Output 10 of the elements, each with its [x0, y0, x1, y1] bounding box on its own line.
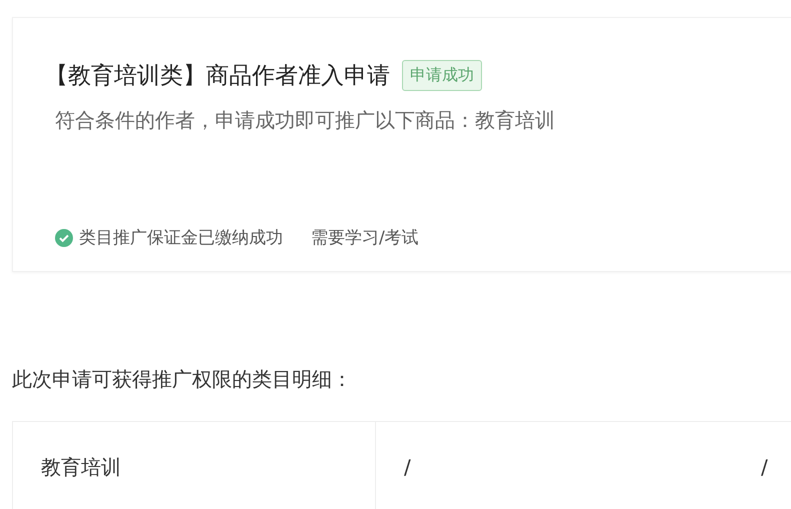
requirement-text: 需要学习/考试: [311, 227, 419, 249]
status-badge: 申请成功: [402, 60, 482, 91]
card-description: 符合条件的作者，申请成功即可推广以下商品：教育培训: [55, 107, 556, 134]
table-cell-text: /: [761, 454, 769, 481]
table-cell-text: /: [403, 454, 412, 481]
section-title: 此次申请可获得推广权限的类目明细：: [12, 366, 353, 393]
requirement-text: 类目推广保证金已缴纳成功: [79, 227, 283, 249]
card-title: 【教育培训类】商品作者准入申请: [45, 62, 390, 91]
table-cell: 教育培训: [13, 422, 376, 509]
check-circle-icon: [55, 228, 73, 246]
